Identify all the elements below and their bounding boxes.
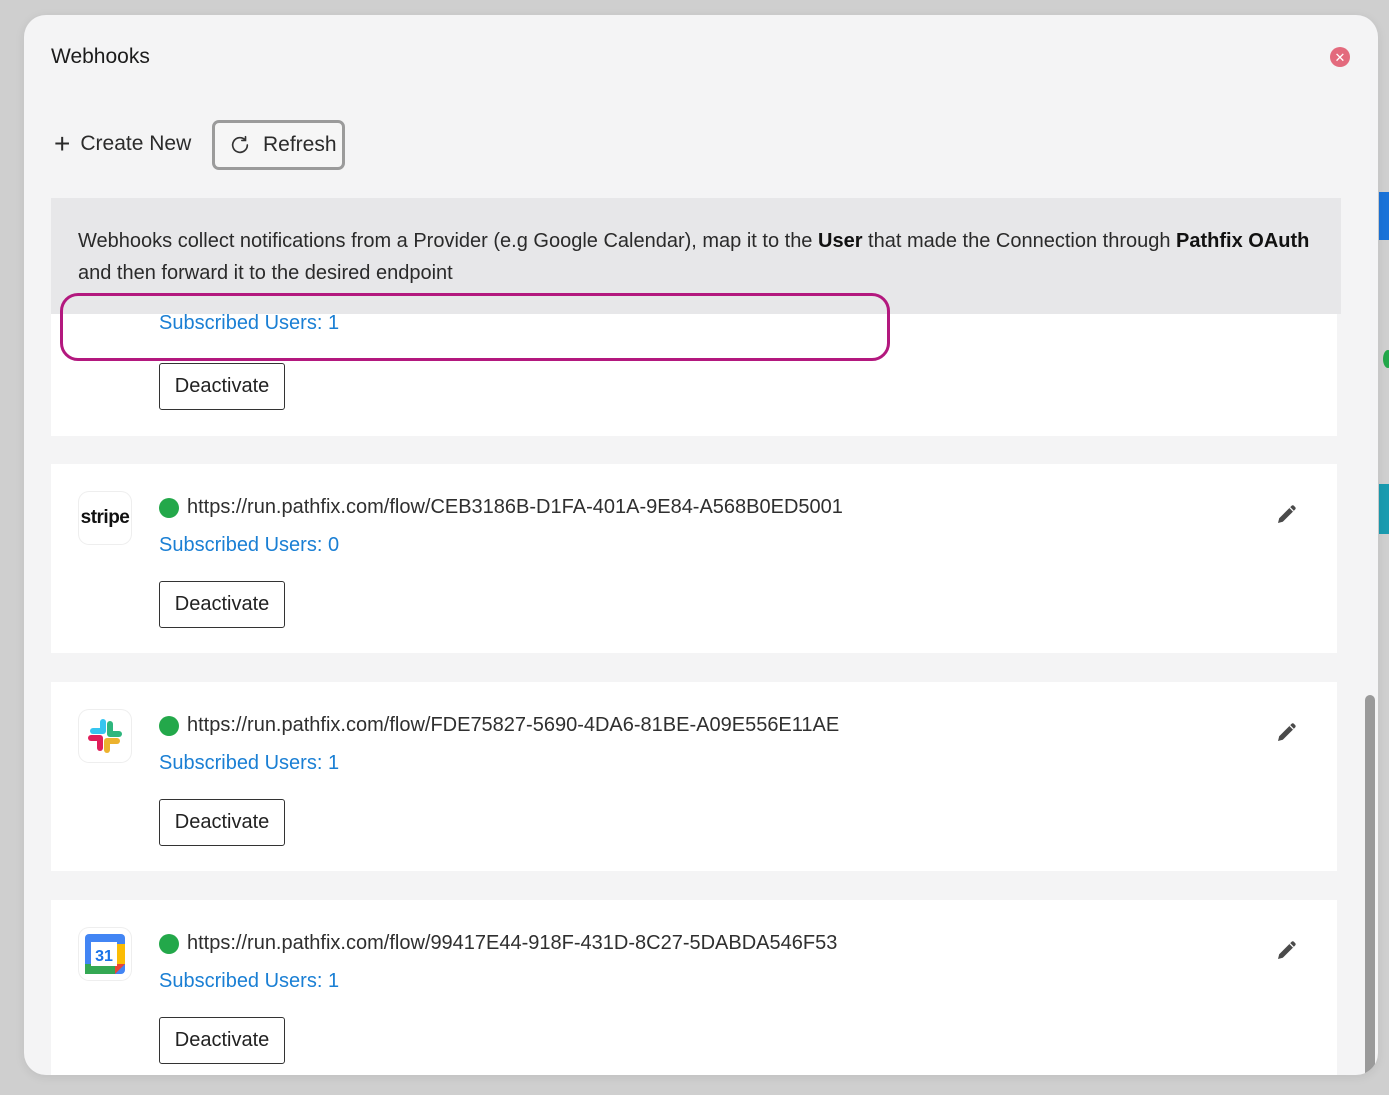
info-text: Webhooks collect notifications from a Pr… <box>78 230 818 252</box>
stripe-logo-text: stripe <box>80 507 130 528</box>
webhook-card: 31 https://run.pathfix.com/flow/99417E44… <box>51 900 1337 1075</box>
info-text: and then forward it to the desired endpo… <box>78 262 453 284</box>
webhook-url-row: https://run.pathfix.com/flow/99417E44-91… <box>159 932 837 955</box>
status-active-icon <box>159 715 179 736</box>
background-accent-teal <box>1379 484 1389 534</box>
deactivate-button[interactable]: Deactivate <box>159 581 285 628</box>
webhook-url: https://run.pathfix.com/flow/FDE75827-56… <box>187 714 840 736</box>
scrollbar-thumb[interactable] <box>1365 695 1375 1075</box>
google-calendar-logo-icon: 31 <box>79 928 131 980</box>
subscribed-users-link[interactable]: Subscribed Users: 0 <box>159 534 339 557</box>
subscribed-users-link[interactable]: Subscribed Users: 1 <box>159 752 339 775</box>
status-active-icon <box>159 933 179 954</box>
pencil-icon[interactable] <box>1275 938 1299 962</box>
deactivate-button[interactable]: Deactivate <box>159 363 285 410</box>
info-bold-user: User <box>818 230 863 252</box>
deactivate-button[interactable]: Deactivate <box>159 1017 285 1064</box>
info-text: that made the Connection through <box>862 230 1177 252</box>
slack-icon <box>88 719 122 753</box>
refresh-button[interactable]: Refresh <box>212 120 345 170</box>
deactivate-button[interactable]: Deactivate <box>159 799 285 846</box>
stripe-logo-icon: stripe <box>79 492 131 544</box>
info-bold-pathfix: Pathfix OAuth <box>1176 230 1310 252</box>
webhook-card: https://run.pathfix.com/flow/FDE75827-56… <box>51 682 1337 871</box>
create-new-label: Create New <box>80 132 192 155</box>
webhook-url: https://run.pathfix.com/flow/99417E44-91… <box>187 932 838 954</box>
highlight-annotation <box>60 293 890 361</box>
slack-logo-icon <box>79 710 131 762</box>
google-calendar-icon: 31 <box>85 934 125 974</box>
webhooks-modal: Webhooks ✕ + Create New Refresh Webhooks… <box>24 15 1378 1075</box>
webhook-url-row: https://run.pathfix.com/flow/CEB3186B-D1… <box>159 496 843 519</box>
plus-icon: + <box>54 128 71 159</box>
webhook-card: stripe https://run.pathfix.com/flow/CEB3… <box>51 464 1337 653</box>
background-accent-blue <box>1379 192 1389 240</box>
refresh-label: Refresh <box>263 133 337 156</box>
webhook-url: https://run.pathfix.com/flow/CEB3186B-D1… <box>187 496 843 518</box>
subscribed-users-link[interactable]: Subscribed Users: 1 <box>159 970 339 993</box>
close-button[interactable]: ✕ <box>1330 47 1350 67</box>
pencil-icon[interactable] <box>1275 502 1299 526</box>
calendar-day-text: 31 <box>95 948 113 965</box>
refresh-icon <box>231 135 249 154</box>
modal-title: Webhooks <box>51 45 150 68</box>
create-new-button[interactable]: + Create New <box>54 130 191 158</box>
background-accent-green-dot <box>1383 350 1389 368</box>
pencil-icon[interactable] <box>1275 720 1299 744</box>
webhook-url-row: https://run.pathfix.com/flow/FDE75827-56… <box>159 714 839 737</box>
close-icon: ✕ <box>1334 49 1346 65</box>
status-active-icon <box>159 497 179 518</box>
